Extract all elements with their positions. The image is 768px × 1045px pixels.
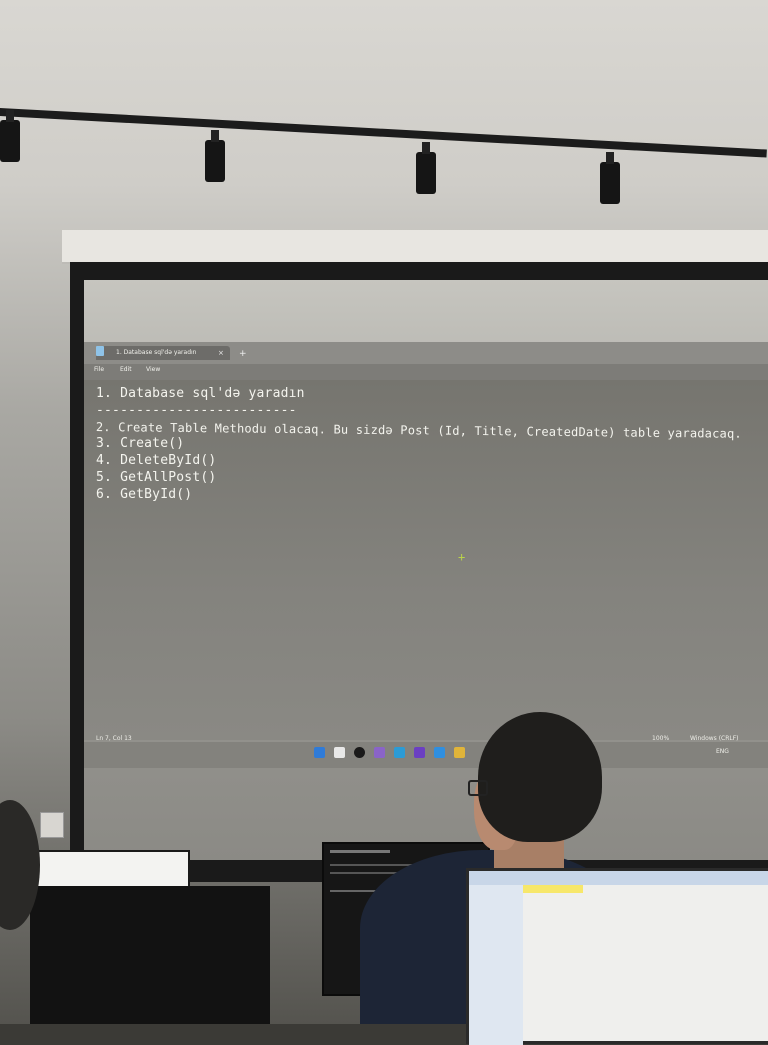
spotlight	[0, 110, 20, 162]
selected-cell	[523, 885, 583, 893]
new-tab-button[interactable]: +	[239, 350, 247, 359]
search-icon[interactable]	[334, 747, 345, 758]
editor-line: 4. DeleteById()	[96, 453, 217, 468]
wall-outlet	[40, 812, 64, 838]
visual-studio-icon[interactable]	[414, 747, 425, 758]
tab-notepad-document[interactable]: 1. Database sql'də yaradın	[96, 346, 230, 360]
chrome-icon[interactable]	[454, 747, 465, 758]
notepad-icon	[96, 346, 104, 356]
tab-close-icon[interactable]: ×	[218, 346, 224, 360]
editor-line: 3. Create()	[96, 436, 185, 451]
menu-bar	[84, 364, 768, 380]
spotlight	[205, 130, 225, 182]
start-icon[interactable]	[314, 747, 325, 758]
vscode-icon[interactable]	[434, 747, 445, 758]
glasses-icon	[468, 780, 488, 796]
window-title-bar	[330, 850, 390, 853]
taskbar	[84, 742, 768, 768]
editor-line: 1. Database sql'də yaradın	[96, 386, 305, 401]
spotlight	[600, 152, 620, 204]
editor-line: -------------------------	[96, 403, 297, 418]
editor-line: 5. GetAllPost()	[96, 470, 217, 485]
menu-edit[interactable]: Edit	[120, 366, 132, 373]
right-monitor	[466, 868, 768, 1045]
mouse-cursor-icon: +	[458, 550, 466, 564]
menu-view[interactable]: View	[146, 366, 160, 373]
projector-screen-housing	[62, 230, 768, 264]
menu-file[interactable]: File	[94, 366, 104, 373]
mail-icon[interactable]	[394, 747, 405, 758]
spreadsheet-sidebar	[469, 885, 523, 1045]
line-ending: Windows (CRLF)	[690, 735, 739, 742]
app-icon[interactable]	[374, 747, 385, 758]
zoom-level: 100%	[652, 735, 670, 742]
cursor-position: Ln 7, Col 13	[96, 735, 132, 742]
language-indicator[interactable]: ENG	[716, 748, 729, 755]
editor-line: 6. GetById()	[96, 487, 193, 502]
spreadsheet-toolbar	[469, 871, 768, 885]
github-icon[interactable]	[354, 747, 365, 758]
person-hair	[478, 712, 602, 842]
spotlight	[416, 142, 436, 194]
projected-screen: 1. Database sql'də yaradın × + File Edit…	[84, 280, 768, 860]
dark-monitor	[30, 886, 270, 1024]
